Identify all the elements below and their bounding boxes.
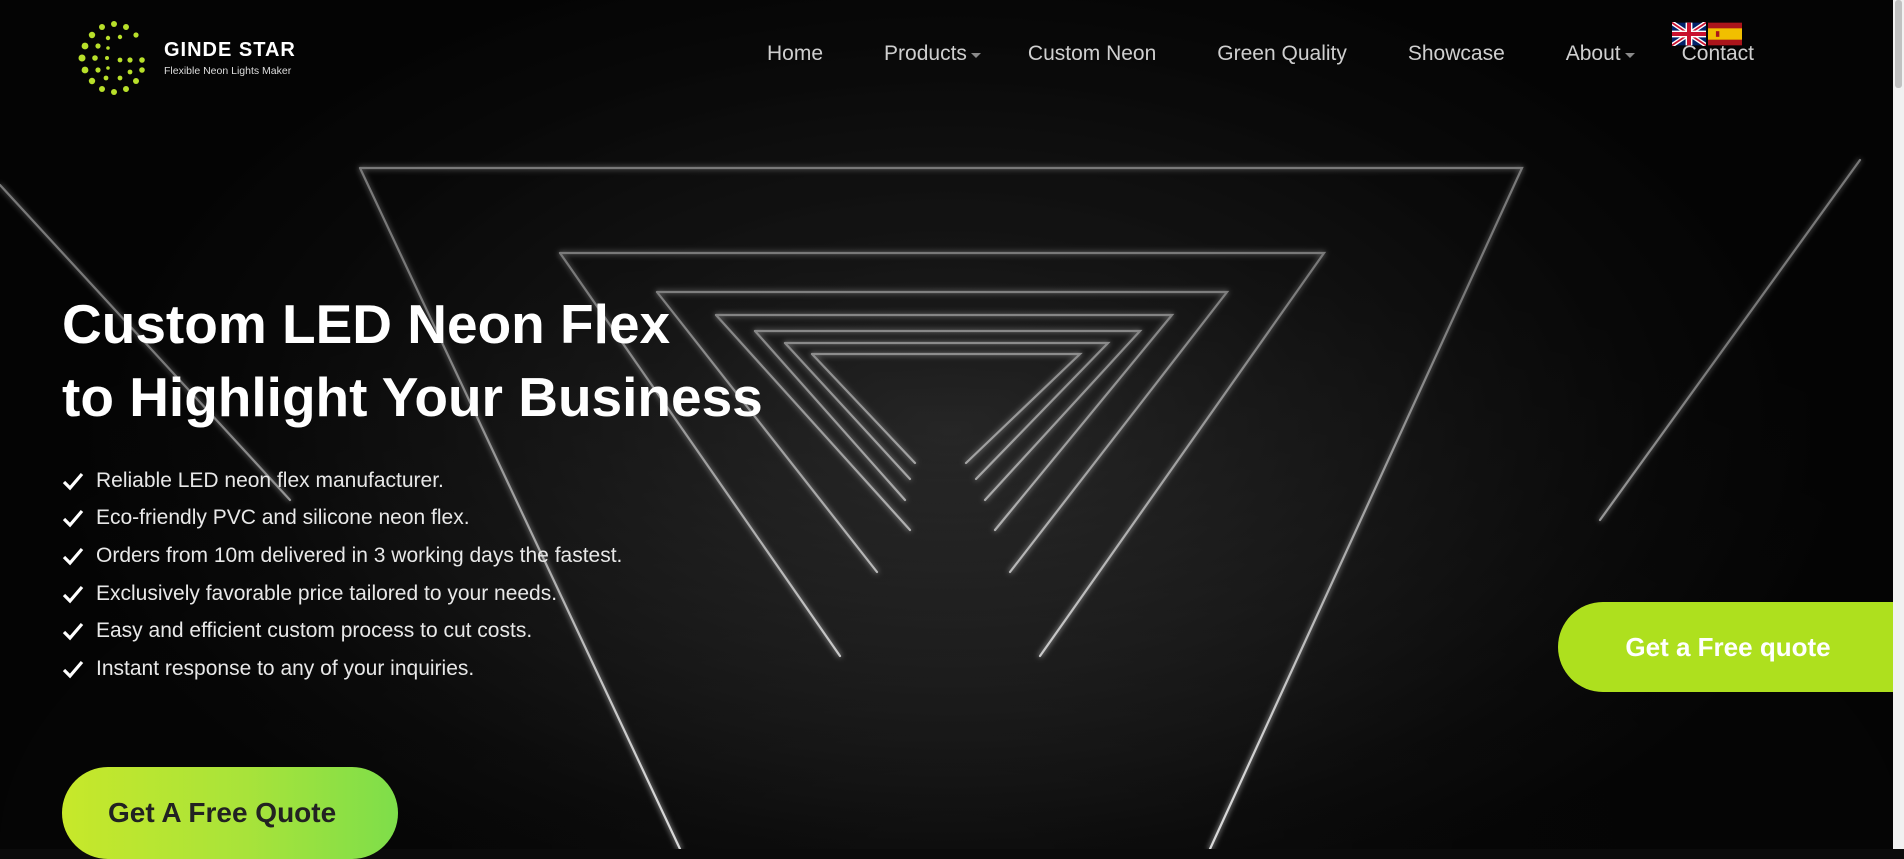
nav-label: Showcase: [1407, 42, 1505, 65]
nav-label: About: [1565, 42, 1621, 65]
list-item: Reliable LED neon flex manufacturer.: [62, 462, 622, 500]
spain-flag-icon[interactable]: [1708, 22, 1742, 46]
check-icon: [62, 510, 84, 528]
feature-text: Exclusively favorable price tailored to …: [96, 581, 558, 605]
feature-text: Easy and efficient custom process to cut…: [96, 619, 533, 643]
check-icon: [62, 660, 84, 679]
brand-logo[interactable]: GINDE STAR Flexible Neon Lights Maker: [74, 18, 296, 98]
nav-item-green-quality[interactable]: Green Quality: [1217, 42, 1347, 66]
headline-line-2: to Highlight Your Business: [62, 366, 763, 428]
nav-label: Custom Neon: [1027, 42, 1157, 65]
feature-text: Orders from 10m delivered in 3 working d…: [96, 543, 623, 567]
check-icon: [62, 623, 84, 641]
button-label: Get A Free Quote: [108, 797, 337, 828]
page-scrollbar[interactable]: [1893, 0, 1904, 849]
brand-name: GINDE STAR: [164, 39, 296, 61]
list-item: Instant response to any of your inquirie…: [62, 650, 622, 688]
list-item: Exclusively favorable price tailored to …: [62, 575, 622, 613]
nav-item-showcase[interactable]: Showcase: [1408, 42, 1505, 66]
language-switcher: [1672, 22, 1742, 46]
nav-label: Home: [767, 42, 824, 65]
check-icon: [62, 472, 84, 491]
nav-item-products[interactable]: Products: [884, 42, 981, 66]
hero-headline: Custom LED Neon Flex to Highlight Your B…: [62, 288, 763, 434]
nav-item-about[interactable]: About: [1565, 42, 1635, 66]
list-item: Eco-friendly PVC and silicone neon flex.: [62, 500, 622, 538]
brand-tagline: Flexible Neon Lights Maker: [164, 65, 292, 77]
feature-text: Reliable LED neon flex manufacturer.: [96, 468, 444, 492]
check-icon: [62, 547, 84, 566]
get-free-quote-button[interactable]: Get A Free Quote: [62, 767, 398, 859]
button-label: Get a Free quote: [1625, 631, 1831, 662]
nav-label: Products: [884, 42, 967, 65]
nav-item-home[interactable]: Home: [767, 42, 823, 66]
list-item: Orders from 10m delivered in 3 working d…: [62, 537, 622, 575]
headline-line-1: Custom LED Neon Flex: [62, 293, 671, 355]
nav-item-custom-neon[interactable]: Custom Neon: [1028, 42, 1156, 66]
main-nav: Home Products Custom Neon Green Quality …: [767, 42, 1815, 66]
feature-text: Instant response to any of your inquirie…: [96, 656, 475, 680]
uk-flag-icon[interactable]: [1672, 22, 1706, 46]
chevron-down-icon: [970, 53, 981, 58]
scrollbar-thumb[interactable]: [1895, 0, 1902, 88]
list-item: Easy and efficient custom process to cut…: [62, 612, 622, 650]
feature-text: Eco-friendly PVC and silicone neon flex.: [96, 506, 470, 530]
logo-dots-icon: [78, 21, 145, 95]
check-icon: [62, 585, 84, 603]
floating-quote-button[interactable]: Get a Free quote: [1558, 602, 1898, 692]
nav-label: Green Quality: [1217, 42, 1347, 65]
feature-list: Reliable LED neon flex manufacturer. Eco…: [62, 462, 622, 688]
chevron-down-icon: [1624, 53, 1635, 58]
